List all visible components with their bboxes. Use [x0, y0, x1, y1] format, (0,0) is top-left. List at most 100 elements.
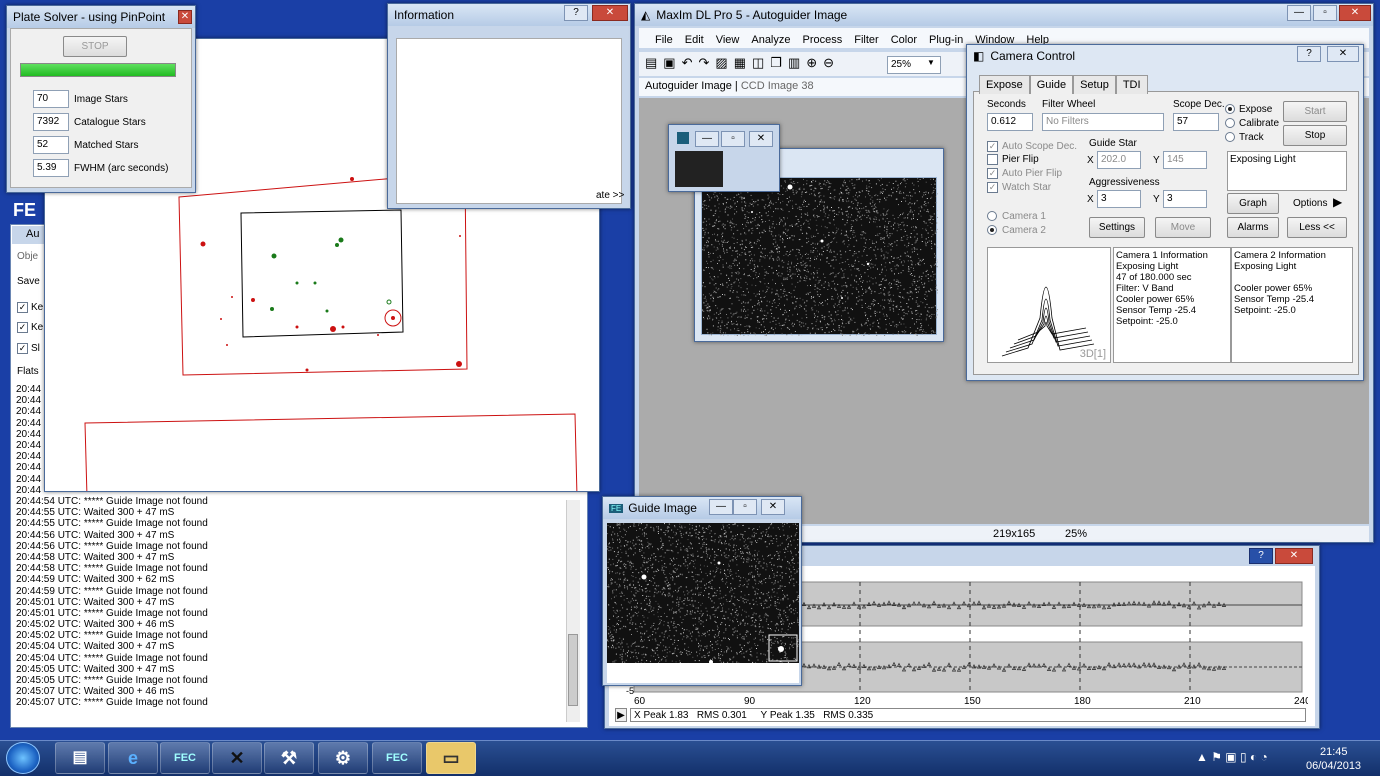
graph-button[interactable]: Graph: [1227, 193, 1279, 214]
more-button[interactable]: ate >>: [596, 190, 624, 201]
image-icon[interactable]: ▨: [715, 55, 733, 70]
scope-dec-field[interactable]: 57: [1173, 113, 1219, 131]
camera1-radio[interactable]: [987, 211, 997, 221]
flats-label[interactable]: Flats: [17, 366, 39, 377]
pier-flip-label: Pier Flip: [1002, 154, 1039, 165]
minimize-icon[interactable]: —: [695, 131, 719, 147]
close-icon[interactable]: ✕: [1275, 548, 1313, 564]
settings-button[interactable]: Settings: [1089, 217, 1145, 238]
fec2-taskbar-icon[interactable]: FEC: [372, 742, 422, 774]
ie-taskbar-icon[interactable]: e: [108, 742, 158, 774]
minimize-icon[interactable]: —: [709, 499, 733, 515]
folder-taskbar-icon[interactable]: ▭: [426, 742, 476, 774]
minimize-icon[interactable]: —: [1287, 5, 1311, 21]
image-stars-field[interactable]: 70: [33, 90, 69, 108]
log-entry: 20:44: [16, 384, 42, 395]
tab-setup[interactable]: Setup: [1073, 75, 1116, 94]
checkbox-ke2[interactable]: ✓: [17, 322, 28, 333]
guide-y-field[interactable]: 145: [1163, 151, 1207, 169]
less-button[interactable]: Less <<: [1287, 217, 1347, 238]
info-line: Sensor Temp -25.4: [1116, 305, 1197, 316]
redo-icon[interactable]: ↷: [699, 55, 716, 70]
tab-objects[interactable]: Obje: [17, 251, 38, 262]
close-icon[interactable]: ✕: [761, 499, 785, 515]
close-icon[interactable]: ✕: [1327, 46, 1359, 62]
aggr-x-field[interactable]: 3: [1097, 190, 1141, 208]
open-icon[interactable]: ▤: [645, 55, 663, 70]
menu-file[interactable]: File: [655, 34, 673, 46]
alarms-button[interactable]: Alarms: [1227, 217, 1279, 238]
options-label[interactable]: Options: [1293, 198, 1327, 209]
telescope-taskbar-icon[interactable]: ⚒: [264, 742, 314, 774]
menu-analyze[interactable]: Analyze: [751, 34, 790, 46]
maximize-icon[interactable]: ▫: [1313, 5, 1337, 21]
paste-icon[interactable]: ▥: [788, 55, 806, 70]
matched-stars-field[interactable]: 52: [33, 136, 69, 154]
tab-ccd-image[interactable]: CCD Image 38: [741, 80, 814, 92]
explorer-taskbar-icon[interactable]: ▤: [55, 742, 105, 774]
close-icon[interactable]: ✕: [592, 5, 628, 21]
track-radio[interactable]: [1225, 132, 1235, 142]
close-icon[interactable]: ✕: [178, 10, 192, 24]
menu-process[interactable]: Process: [803, 34, 843, 46]
tray-icons[interactable]: ▲ ⚑ ▣ ▯ ◐ ◔: [1196, 750, 1268, 764]
start-button[interactable]: [6, 742, 40, 774]
copy-icon[interactable]: ❐: [770, 55, 788, 70]
fec-taskbar-icon[interactable]: FEC: [160, 742, 210, 774]
ke1-label: Ke: [31, 302, 44, 313]
menu-color[interactable]: Color: [891, 34, 917, 46]
maxim-titlebar[interactable]: ◭ MaxIm DL Pro 5 - Autoguider Image: [635, 4, 1373, 26]
menu-filter[interactable]: Filter: [854, 34, 878, 46]
calibrate-radio[interactable]: [1225, 118, 1235, 128]
maximize-icon[interactable]: ▫: [721, 131, 745, 147]
guide-x-field[interactable]: 202.0: [1097, 151, 1141, 169]
catalogue-stars-field[interactable]: 7392: [33, 113, 69, 131]
filter-wheel-select[interactable]: No Filters: [1042, 113, 1164, 131]
help-icon[interactable]: ?: [564, 5, 588, 21]
save-label[interactable]: Save: [17, 276, 40, 287]
checkbox-sl[interactable]: ✓: [17, 343, 28, 354]
maximize-icon[interactable]: ▫: [733, 499, 757, 515]
zoom-out-icon[interactable]: ⊖: [823, 55, 840, 70]
stop-button[interactable]: STOP: [63, 36, 127, 57]
select-icon[interactable]: ▦: [734, 55, 752, 70]
graph-play-button[interactable]: ▶: [615, 708, 627, 722]
menu-plugin[interactable]: Plug-in: [929, 34, 963, 46]
auto-pier-checkbox[interactable]: ✓: [987, 168, 998, 179]
tab-autoguider-image[interactable]: Autoguider Image: [645, 80, 732, 92]
plate-solver-window: Plate Solver - using PinPoint ✕ STOP 70 …: [6, 5, 196, 193]
tab-expose[interactable]: Expose: [979, 75, 1030, 94]
zoom-dropdown-icon[interactable]: ▼: [927, 58, 935, 67]
checkbox-ke1[interactable]: ✓: [17, 302, 28, 313]
move-button[interactable]: Move: [1155, 217, 1211, 238]
crop-icon[interactable]: ◫: [752, 55, 770, 70]
options-arrow-icon[interactable]: ▶: [1333, 195, 1342, 209]
menu-edit[interactable]: Edit: [685, 34, 704, 46]
save-icon[interactable]: ▣: [663, 55, 681, 70]
auto-scope-checkbox[interactable]: ✓: [987, 141, 998, 152]
undo-icon[interactable]: ↶: [682, 55, 699, 70]
x-taskbar-icon[interactable]: ✕: [212, 742, 262, 774]
aggr-y-field[interactable]: 3: [1163, 190, 1207, 208]
tools-taskbar-icon[interactable]: ⚙: [318, 742, 368, 774]
zoom-in-icon[interactable]: ⊕: [806, 55, 823, 70]
close-icon[interactable]: ✕: [1339, 5, 1371, 21]
expose-radio[interactable]: [1225, 104, 1235, 114]
seconds-field[interactable]: 0.612: [987, 113, 1033, 131]
close-icon[interactable]: ✕: [749, 131, 773, 147]
pier-flip-checkbox[interactable]: [987, 154, 998, 165]
watch-star-checkbox[interactable]: ✓: [987, 182, 998, 193]
stop-button[interactable]: Stop: [1283, 125, 1347, 146]
start-button[interactable]: Start: [1283, 101, 1347, 122]
log-scroll-thumb[interactable]: [568, 634, 578, 706]
tab-guide[interactable]: Guide: [1029, 75, 1074, 94]
help-icon[interactable]: ?: [1297, 46, 1321, 62]
tab-tdi[interactable]: TDI: [1115, 75, 1148, 94]
help-icon[interactable]: ?: [1249, 548, 1273, 564]
menu-view[interactable]: View: [716, 34, 740, 46]
camera1-info: Camera 1 Information Exposing Light 47 of …: [1114, 248, 1230, 329]
graph-tick-label: 240: [1294, 696, 1308, 707]
fwhm-field[interactable]: 5.39: [33, 159, 69, 177]
camera2-radio[interactable]: [987, 225, 997, 235]
plate-solver-titlebar[interactable]: Plate Solver - using PinPoint: [7, 6, 195, 28]
